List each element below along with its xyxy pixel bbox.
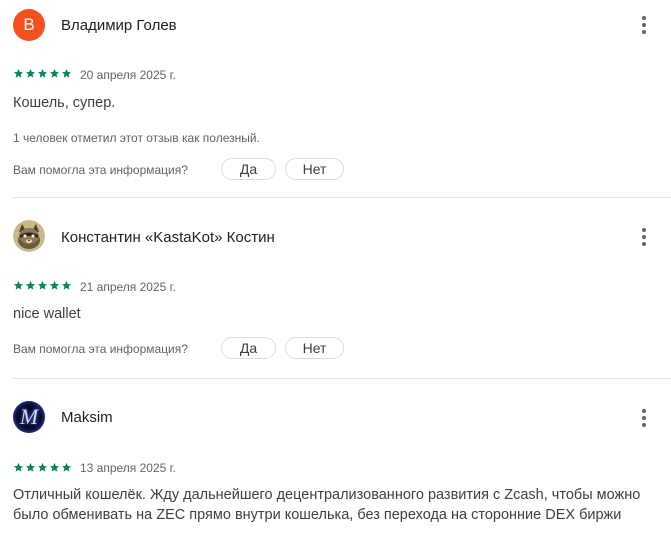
helpful-question: Вам помогла эта информация? (13, 163, 188, 177)
star-icon (37, 280, 48, 290)
star-rating (13, 462, 73, 473)
star-icon (61, 280, 72, 290)
review-date: 21 апреля 2025 г. (80, 280, 176, 294)
author-name: Владимир Голев (61, 17, 177, 34)
star-rating (13, 280, 73, 291)
review-text: Кошель, супер. (13, 95, 116, 111)
star-icon (25, 462, 36, 472)
review-card: M Maksim 13 апреля 2025 г. Отличный коше… (0, 379, 671, 535)
star-icon (37, 68, 48, 78)
more-options-icon[interactable] (636, 225, 652, 249)
avatar: M (13, 401, 45, 433)
star-icon (49, 280, 60, 290)
review-card: Константин «KastaKot» Костин 21 апреля 2… (0, 198, 671, 378)
helpful-no-button[interactable]: Нет (285, 158, 344, 180)
review-date: 20 апреля 2025 г. (80, 68, 176, 82)
author-name: Maksim (61, 409, 113, 426)
review-text: Отличный кошелёк. Жду дальнейшего децент… (13, 487, 641, 523)
star-icon (25, 280, 36, 290)
more-options-icon[interactable] (636, 406, 652, 430)
star-icon (61, 462, 72, 472)
helpful-question: Вам помогла эта информация? (13, 342, 188, 356)
star-icon (25, 68, 36, 78)
helpful-yes-button[interactable]: Да (221, 158, 276, 180)
raccoon-avatar-icon (13, 220, 45, 252)
author-name: Константин «KastaKot» Костин (61, 229, 275, 246)
star-icon (13, 68, 24, 78)
star-rating (13, 68, 73, 79)
star-icon (49, 462, 60, 472)
star-icon (61, 68, 72, 78)
review-text: nice wallet (13, 306, 81, 322)
review-date: 13 апреля 2025 г. (80, 461, 176, 475)
star-icon (49, 68, 60, 78)
helpful-count: 1 человек отметил этот отзыв как полезны… (13, 131, 260, 145)
review-card: В Владимир Голев 20 апреля 2025 г. Кошел… (0, 0, 671, 197)
helpful-yes-button[interactable]: Да (221, 337, 276, 359)
star-icon (13, 462, 24, 472)
helpful-no-button[interactable]: Нет (285, 337, 344, 359)
avatar: В (13, 9, 45, 41)
more-options-icon[interactable] (636, 13, 652, 37)
star-icon (13, 280, 24, 290)
star-icon (37, 462, 48, 472)
